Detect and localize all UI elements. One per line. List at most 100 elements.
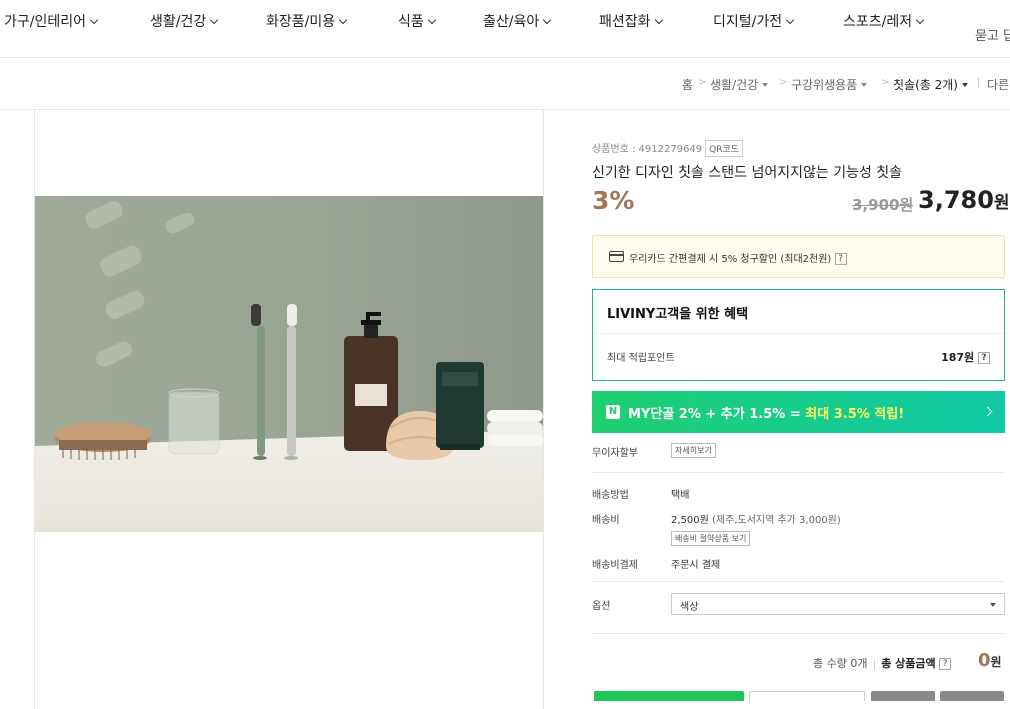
nav-item-sports[interactable]: 스포츠/레저 bbox=[843, 11, 925, 31]
chevron-down-icon bbox=[543, 15, 552, 25]
sale-price-number: 3,780 bbox=[918, 186, 994, 214]
my-regular-main: MY단골 2% + 추가 1.5% = bbox=[628, 407, 806, 422]
nav-item-label: 화장품/미용 bbox=[266, 14, 336, 30]
total-amount-number: 0 bbox=[978, 650, 991, 671]
qna-link[interactable]: 묻고 답 bbox=[975, 25, 1010, 44]
shipping-pay-label: 배송비결제 bbox=[592, 560, 638, 571]
product-code-text: 상품번호 : 4912279649 bbox=[592, 144, 703, 155]
sale-price: 3,780원 bbox=[918, 186, 1010, 214]
product-photo[interactable] bbox=[35, 196, 543, 532]
row-divider bbox=[592, 581, 1005, 582]
buy-now-button[interactable] bbox=[594, 691, 744, 701]
nav-item-label: 가구/인테리어 bbox=[4, 14, 86, 30]
wishlist-button[interactable] bbox=[871, 691, 935, 701]
chevron-down-icon bbox=[89, 15, 99, 25]
breadcrumb-divider: | bbox=[977, 77, 981, 88]
breadcrumb-separator: > bbox=[881, 77, 890, 88]
nav-item-living-health[interactable]: 생활/건강 bbox=[150, 11, 219, 31]
qr-code-button[interactable]: QR코드 bbox=[705, 140, 744, 157]
row-divider bbox=[592, 472, 1005, 473]
nav-item-label: 디지털/가전 bbox=[713, 14, 783, 30]
naver-logo-icon: N bbox=[606, 405, 620, 419]
breadcrumb-home[interactable]: 홈 bbox=[682, 76, 693, 93]
original-price: 3,900원 bbox=[852, 196, 914, 214]
breadcrumb: 홈 > 생활/건강 > 구강위생용품 > 칫솔(총 2개) | 다른 bbox=[0, 76, 1010, 94]
shipping-pay-value: 주문시 결제 bbox=[671, 560, 721, 571]
option-selected-value: 색상 bbox=[680, 602, 699, 613]
benefit-divider bbox=[593, 333, 1004, 334]
caret-down-icon bbox=[961, 83, 968, 87]
product-code: 상품번호 : 4912279649 QR코드 bbox=[592, 140, 1005, 157]
my-regular-banner[interactable]: N MY단골 2% + 추가 1.5% = 최대 3.5% 적립! bbox=[592, 391, 1005, 433]
caret-down-icon bbox=[990, 603, 996, 607]
breadcrumb-label: 구강위생용품 bbox=[791, 78, 858, 92]
help-icon[interactable]: ? bbox=[939, 658, 952, 670]
product-photo-illustration bbox=[35, 196, 543, 532]
benefit-title: LIVINY고객을 위한 혜택 bbox=[607, 307, 749, 322]
chevron-down-icon bbox=[915, 15, 925, 25]
breadcrumb-living-health[interactable]: 생활/건강 bbox=[710, 76, 769, 93]
help-icon[interactable]: ? bbox=[978, 352, 990, 364]
sale-price-unit: 원 bbox=[993, 193, 1010, 213]
total-divider: | bbox=[872, 657, 877, 670]
installment-label: 무이자할부 bbox=[592, 448, 638, 459]
breadcrumb-oral-care[interactable]: 구강위생용품 bbox=[791, 76, 868, 93]
chevron-right-icon bbox=[982, 406, 993, 417]
installment-detail-button[interactable]: 자세히보기 bbox=[671, 443, 716, 458]
total-quantity: 총 수량 0개 bbox=[813, 657, 868, 670]
breadcrumb-separator: > bbox=[698, 77, 707, 88]
nav-item-label: 생활/건강 bbox=[150, 14, 207, 30]
max-point-value: 187원 ? bbox=[941, 349, 990, 365]
talk-talk-button[interactable] bbox=[749, 691, 865, 701]
nav-item-label: 스포츠/레저 bbox=[843, 14, 913, 30]
caret-down-icon bbox=[861, 83, 868, 87]
discount-rate: 3% bbox=[592, 186, 635, 215]
chevron-down-icon bbox=[785, 15, 795, 25]
option-select[interactable]: 색상 bbox=[671, 593, 1005, 615]
nav-item-label: 식품 bbox=[398, 14, 424, 30]
nav-item-furniture[interactable]: 가구/인테리어 bbox=[4, 11, 99, 31]
top-navigation: 가구/인테리어 생활/건강 화장품/미용 식품 출산/육아 패션잡화 디지털/가… bbox=[0, 0, 1010, 58]
option-label: 옵션 bbox=[592, 601, 611, 612]
total-amount: 0원 bbox=[978, 650, 1002, 671]
shipping-saving-button[interactable]: 배송비 절약상품 보기 bbox=[671, 531, 751, 546]
shipping-method-value: 택배 bbox=[671, 490, 690, 501]
shipping-fee-extra: (제주,도서지역 추가 3,000원) bbox=[712, 515, 841, 526]
nav-item-label: 출산/육아 bbox=[483, 14, 540, 30]
shipping-fee-amount: 2,500원 bbox=[671, 515, 709, 526]
total-amount-label: 총 상품금액 bbox=[881, 657, 936, 670]
breadcrumb-label: 칫솔(총 2개) bbox=[893, 78, 958, 92]
shipping-fee-label: 배송비 bbox=[592, 515, 620, 526]
my-regular-text: MY단골 2% + 추가 1.5% = 최대 3.5% 적립! bbox=[628, 403, 904, 422]
max-point-amount: 187원 bbox=[941, 351, 975, 364]
my-regular-highlight: 최대 3.5% 적립! bbox=[805, 407, 905, 422]
breadcrumb-toothbrush[interactable]: 칫솔(총 2개) bbox=[893, 76, 968, 93]
chevron-down-icon bbox=[210, 15, 219, 25]
nav-item-baby[interactable]: 출산/육아 bbox=[483, 11, 552, 31]
credit-card-icon bbox=[609, 251, 624, 262]
caret-down-icon bbox=[762, 83, 769, 87]
nav-item-digital[interactable]: 디지털/가전 bbox=[713, 11, 795, 31]
card-discount-banner: 우리카드 간편결제 시 5% 청구할인 (최대2천원) ? bbox=[592, 235, 1005, 278]
member-benefit-box: LIVINY고객을 위한 혜택 최대 적립포인트 187원 ? bbox=[592, 289, 1005, 381]
nav-item-label: 패션잡화 bbox=[599, 14, 651, 30]
chevron-down-icon bbox=[654, 15, 663, 25]
max-point-label: 최대 적립포인트 bbox=[607, 353, 675, 364]
shipping-fee-value: 2,500원 (제주,도서지역 추가 3,000원) bbox=[671, 511, 841, 526]
breadcrumb-separator: > bbox=[779, 77, 788, 88]
card-discount-text: 우리카드 간편결제 시 5% 청구할인 (최대2천원) bbox=[629, 254, 832, 265]
chevron-down-icon bbox=[338, 15, 348, 25]
chevron-down-icon bbox=[427, 15, 437, 25]
total-summary: 총 수량 0개 | 총 상품금액 ? bbox=[813, 655, 952, 671]
cart-button[interactable] bbox=[940, 691, 1004, 701]
breadcrumb-label: 생활/건강 bbox=[710, 78, 759, 92]
breadcrumb-other[interactable]: 다른 bbox=[987, 76, 1009, 93]
nav-item-cosmetics[interactable]: 화장품/미용 bbox=[266, 11, 348, 31]
total-amount-unit: 원 bbox=[990, 655, 1002, 669]
row-divider bbox=[592, 633, 1005, 634]
nav-item-food[interactable]: 식품 bbox=[398, 11, 437, 31]
shipping-method-label: 배송방법 bbox=[592, 490, 629, 501]
nav-item-fashion[interactable]: 패션잡화 bbox=[599, 11, 663, 31]
help-icon[interactable]: ? bbox=[834, 253, 847, 265]
product-title: 신기한 디자인 칫솔 스탠드 넘어지지않는 기능성 칫솔 bbox=[592, 165, 903, 181]
